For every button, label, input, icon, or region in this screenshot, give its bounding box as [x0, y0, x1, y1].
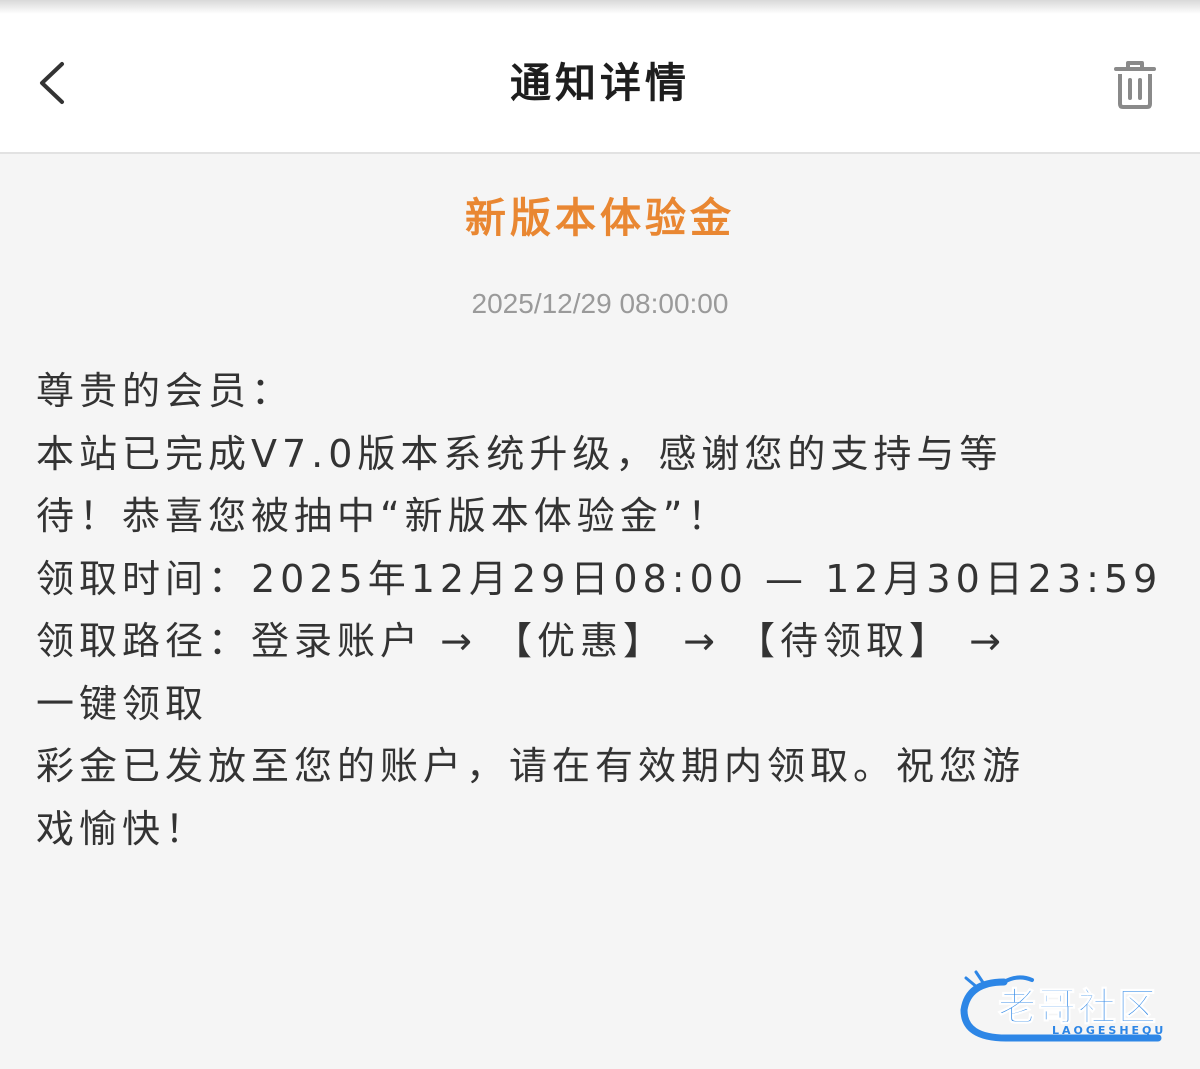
- watermark-text: 老哥社区: [997, 985, 1159, 1030]
- back-button[interactable]: [22, 44, 82, 122]
- notice-body-line: 尊贵的会员：: [36, 369, 295, 413]
- notice-body-line: 一键领取: [36, 681, 209, 726]
- header-bar: 通知详情: [0, 14, 1200, 154]
- chevron-left-icon: [40, 62, 64, 104]
- watermark-logo: 老哥社区 LAOGESHEQU: [958, 968, 1188, 1048]
- notice-body-line: 彩金已发放至您的账户，请在有效期内领取。祝您游: [36, 744, 1026, 788]
- notice-body-line: 待！恭喜您被抽中“新版本体验金”！: [36, 494, 731, 538]
- watermark-subtext: LAOGESHEQU: [1052, 1024, 1167, 1037]
- status-bar-shadow: [0, 0, 1200, 14]
- notice-body-line: 戏愉快！: [36, 806, 209, 851]
- notice-body-line: 领取时间：2025年12月29日08:00 — 12月30日23:59: [36, 556, 1163, 601]
- notice-timestamp: 2025/12/29 08:00:00: [471, 288, 729, 319]
- notice-body-line: 本站已完成V7.0版本系统升级，感谢您的支持与等: [36, 431, 1003, 476]
- notice-title: 新版本体验金: [465, 194, 735, 242]
- notice-body-line: 领取路径：登录账户 → 【优惠】 → 【待领取】 →: [36, 619, 1006, 663]
- notice-body: 尊贵的会员： 本站已完成V7.0版本系统升级，感谢您的支持与等 待！恭喜您被抽中…: [36, 360, 1163, 860]
- delete-button[interactable]: [1100, 50, 1170, 120]
- page-title: 通知详情: [510, 59, 690, 107]
- trash-icon: [1114, 61, 1156, 109]
